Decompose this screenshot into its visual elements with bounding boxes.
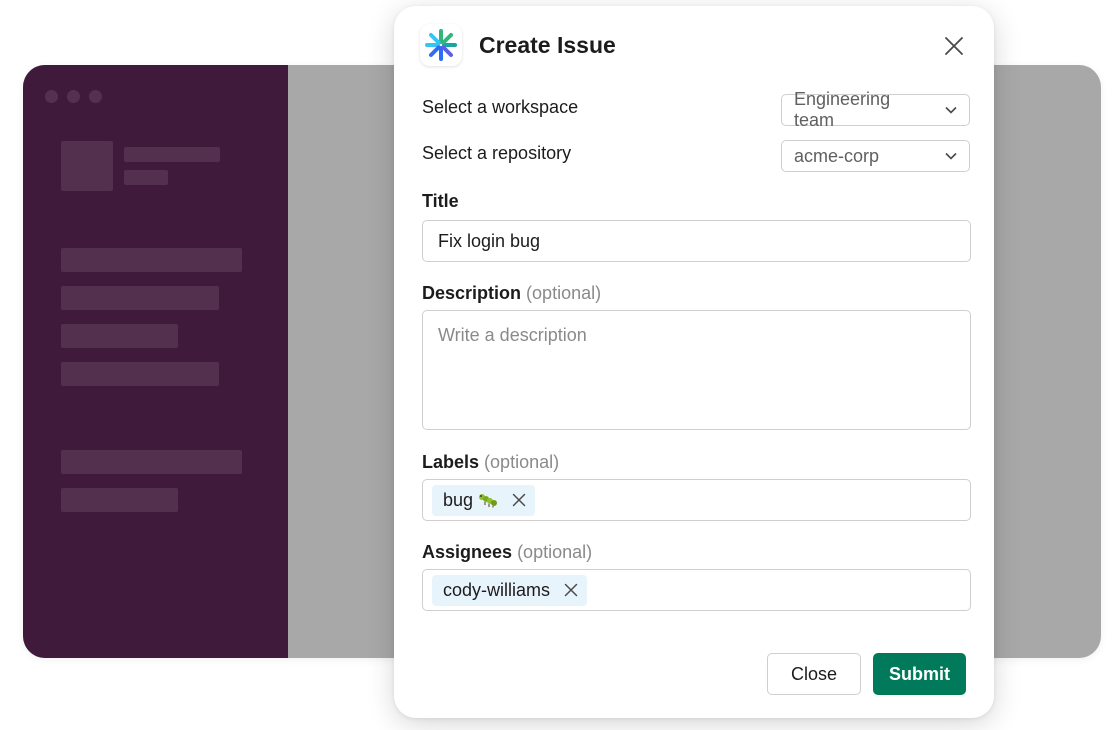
workspace-name-placeholder <box>124 147 220 162</box>
description-textarea[interactable]: Write a description <box>422 310 971 430</box>
workspace-avatar-placeholder <box>61 141 113 191</box>
close-icon[interactable] <box>942 34 966 58</box>
title-label: Title <box>422 191 459 212</box>
chevron-down-icon <box>945 152 957 160</box>
sidebar-item-placeholder <box>61 248 242 272</box>
sidebar-item-placeholder <box>61 450 242 474</box>
workspace-subtitle-placeholder <box>124 170 168 185</box>
title-input-value: Fix login bug <box>438 230 541 251</box>
labels-optional-hint: (optional) <box>484 452 560 472</box>
title-input[interactable]: Fix login bug <box>422 220 971 262</box>
assignees-optional-hint: (optional) <box>517 542 593 562</box>
window-control-dot <box>89 90 102 103</box>
workspace-select-value: Engineering team <box>794 89 891 130</box>
assignee-chip[interactable]: cody-williams <box>432 574 588 606</box>
asterisk-logo-icon <box>420 24 462 66</box>
workspace-row: Select a workspace Engineering team <box>422 89 970 130</box>
window-control-dot <box>45 90 58 103</box>
repository-label: Select a repository <box>422 143 572 163</box>
sidebar-item-placeholder <box>61 362 219 386</box>
app-sidebar <box>23 65 288 658</box>
assignee-chip-text: cody-williams <box>443 579 551 600</box>
label-chip-bug[interactable]: bug <box>432 484 536 516</box>
labels-label: Labels (optional) <box>422 452 559 473</box>
submit-button[interactable]: Submit <box>873 653 966 695</box>
repository-select-value: acme-corp <box>794 145 880 166</box>
workspace-label: Select a workspace <box>422 97 579 117</box>
caterpillar-icon <box>478 492 498 508</box>
remove-assignee-close-icon[interactable] <box>564 583 578 597</box>
description-label-text: Description <box>422 283 522 303</box>
chevron-down-icon <box>945 106 957 114</box>
labels-input[interactable]: bug <box>422 479 971 521</box>
title-label-text: Title <box>422 191 459 211</box>
remove-label-close-icon[interactable] <box>512 493 526 507</box>
label-chip-text: bug <box>443 489 474 510</box>
sidebar-item-placeholder <box>61 488 178 512</box>
description-optional-hint: (optional) <box>526 283 602 303</box>
modal-title: Create Issue <box>479 31 616 58</box>
description-placeholder: Write a description <box>438 325 587 345</box>
description-label: Description (optional) <box>422 283 601 304</box>
labels-label-text: Labels <box>422 452 480 472</box>
create-issue-modal: Create Issue Select a workspace Engineer… <box>394 6 994 718</box>
workspace-select[interactable]: Engineering team <box>781 89 970 130</box>
modal-header: Create Issue <box>420 24 616 66</box>
assignees-label-text: Assignees <box>422 542 513 562</box>
assignees-label: Assignees (optional) <box>422 542 592 563</box>
assignees-input[interactable]: cody-williams <box>422 569 971 611</box>
sidebar-item-placeholder <box>61 286 219 310</box>
sidebar-item-placeholder <box>61 324 178 348</box>
close-button[interactable]: Close <box>767 653 861 695</box>
window-control-dot <box>67 90 80 103</box>
repository-select[interactable]: acme-corp <box>781 140 970 172</box>
repository-row: Select a repository acme-corp <box>422 140 970 172</box>
